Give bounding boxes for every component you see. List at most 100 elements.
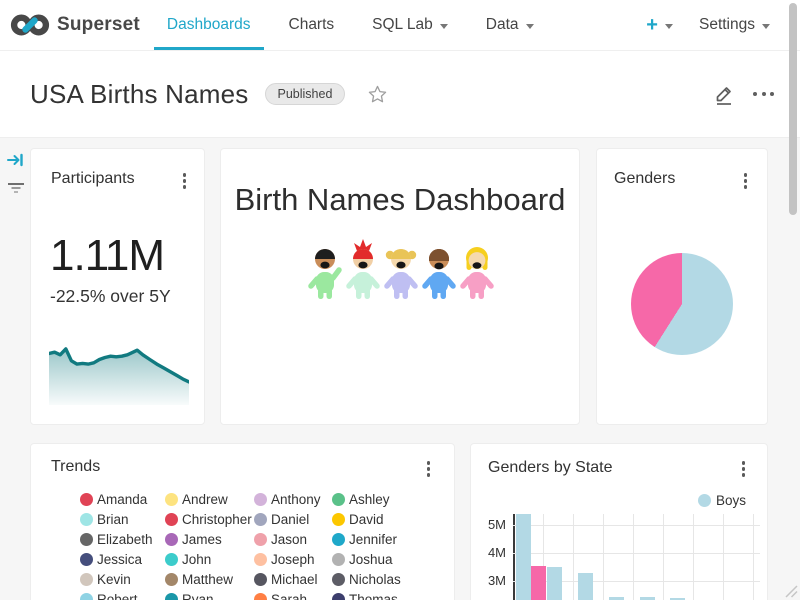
participants-card: Participants 1.11M -22.5% over 5Y — [30, 148, 205, 425]
legend-dot — [165, 553, 178, 566]
kid-green — [311, 249, 339, 299]
legend-item-amanda[interactable]: Amanda — [80, 493, 165, 506]
legend-item-joseph[interactable]: Joseph — [254, 553, 332, 566]
y-axis-ticks: 5M4M3M — [471, 514, 509, 600]
superset-infinity-icon — [10, 12, 50, 38]
navbar: Superset DashboardsCharts SQL Lab Data + S… — [0, 0, 800, 51]
plus-icon: + — [646, 15, 658, 35]
markdown-card: Birth Names Dashboard — [220, 148, 580, 425]
legend-dot — [332, 513, 345, 526]
legend-item-ashley[interactable]: Ashley — [332, 493, 448, 506]
filter-lines-icon — [7, 182, 25, 195]
kid-mint — [349, 239, 377, 299]
nav-item-label: Data — [486, 16, 519, 34]
legend-label: Nicholas — [349, 572, 401, 587]
legend-label: Robert — [97, 592, 138, 600]
legend-item-andrew[interactable]: Andrew — [165, 493, 254, 506]
bar-boys[interactable] — [547, 567, 562, 600]
legend-item-ryan[interactable]: Ryan — [165, 593, 254, 600]
legend-item-brian[interactable]: Brian — [80, 513, 165, 526]
arrow-to-bar-icon — [7, 152, 24, 168]
legend-item-kevin[interactable]: Kevin — [80, 573, 165, 586]
legend-dot — [165, 513, 178, 526]
legend-item-jennifer[interactable]: Jennifer — [332, 533, 448, 546]
resize-handle[interactable] — [782, 582, 798, 598]
genders-menu-button[interactable] — [740, 169, 752, 193]
legend-dot — [80, 533, 93, 546]
legend-item-christopher[interactable]: Christopher — [165, 513, 254, 526]
legend-label: John — [182, 552, 211, 567]
legend-dot — [332, 593, 345, 600]
legend-dot — [254, 553, 267, 566]
new-dropdown[interactable]: + — [646, 15, 673, 35]
legend-label: Ryan — [182, 592, 214, 600]
genders-card: Genders — [596, 148, 768, 425]
bar-girls[interactable] — [531, 566, 546, 600]
legend-item-nicholas[interactable]: Nicholas — [332, 573, 448, 586]
chevron-down-icon — [665, 24, 673, 29]
legend-label: Andrew — [182, 492, 228, 507]
legend-item-sarah[interactable]: Sarah — [254, 593, 332, 600]
legend-item-jason[interactable]: Jason — [254, 533, 332, 546]
legend-dot — [165, 593, 178, 600]
legend-label: Jennifer — [349, 532, 397, 547]
children-illustration — [306, 237, 496, 303]
legend-item-michael[interactable]: Michael — [254, 573, 332, 586]
expand-filter-bar-button[interactable] — [7, 152, 24, 168]
legend-label: Sarah — [271, 592, 307, 600]
legend-item-elizabeth[interactable]: Elizabeth — [80, 533, 165, 546]
legend-item-john[interactable]: John — [165, 553, 254, 566]
chevron-down-icon — [440, 24, 448, 29]
gridline — [513, 553, 760, 554]
nav-item-data[interactable]: Data — [473, 0, 547, 50]
legend-dot — [332, 573, 345, 586]
chart-title: Participants — [51, 170, 135, 188]
legend-dot — [80, 553, 93, 566]
edit-pencil-icon — [713, 83, 735, 106]
more-actions-button[interactable] — [751, 86, 776, 102]
edit-dashboard-button[interactable] — [713, 83, 735, 106]
kid-lavender — [386, 249, 416, 299]
star-icon — [367, 84, 388, 105]
legend-item-james[interactable]: James — [165, 533, 254, 546]
boys-legend-dot — [698, 494, 711, 507]
genders-by-state-menu-button[interactable] — [738, 457, 750, 481]
legend-item-thomas[interactable]: Thomas — [332, 593, 448, 600]
favorite-button[interactable] — [367, 84, 388, 105]
settings-dropdown[interactable]: Settings — [699, 16, 770, 34]
legend-label: Elizabeth — [97, 532, 153, 547]
trends-menu-button[interactable] — [423, 457, 435, 481]
participants-trend-chart — [49, 339, 189, 405]
chart-title: Genders by State — [488, 459, 613, 477]
participants-menu-button[interactable] — [179, 169, 191, 193]
filter-bar-button[interactable] — [7, 182, 25, 195]
legend-item-anthony[interactable]: Anthony — [254, 493, 332, 506]
boys-legend-item[interactable]: Boys — [698, 493, 746, 508]
trends-legend: Amanda Andrew AnthonyAshley BrianChristophe… — [80, 493, 448, 600]
nav-item-dashboards[interactable]: Dashboards — [154, 0, 264, 50]
nav-item-sql-lab[interactable]: SQL Lab — [359, 0, 461, 50]
genders-pie[interactable] — [631, 253, 733, 355]
superset-logo[interactable]: Superset — [10, 0, 140, 50]
state-bars-plot — [513, 514, 760, 600]
scrollbar-thumb[interactable] — [789, 3, 797, 215]
nav-item-label: SQL Lab — [372, 16, 433, 34]
nav-item-charts[interactable]: Charts — [276, 0, 348, 50]
y-axis-line — [513, 514, 515, 600]
legend-item-robert[interactable]: Robert — [80, 593, 165, 600]
legend-item-jessica[interactable]: Jessica — [80, 553, 165, 566]
published-badge[interactable]: Published — [265, 83, 346, 105]
big-number-subheader: -22.5% over 5Y — [50, 286, 171, 307]
legend-dot — [332, 533, 345, 546]
bar-boys[interactable] — [578, 573, 593, 600]
legend-label: Amanda — [97, 492, 147, 507]
legend-dot — [254, 513, 267, 526]
legend-label: Joshua — [349, 552, 393, 567]
legend-item-matthew[interactable]: Matthew — [165, 573, 254, 586]
bar-boys[interactable] — [516, 514, 531, 600]
legend-item-david[interactable]: David — [332, 513, 448, 526]
nav-menu: DashboardsCharts SQL Lab Data — [148, 0, 553, 50]
legend-dot — [332, 493, 345, 506]
legend-item-daniel[interactable]: Daniel — [254, 513, 332, 526]
legend-item-joshua[interactable]: Joshua — [332, 553, 448, 566]
